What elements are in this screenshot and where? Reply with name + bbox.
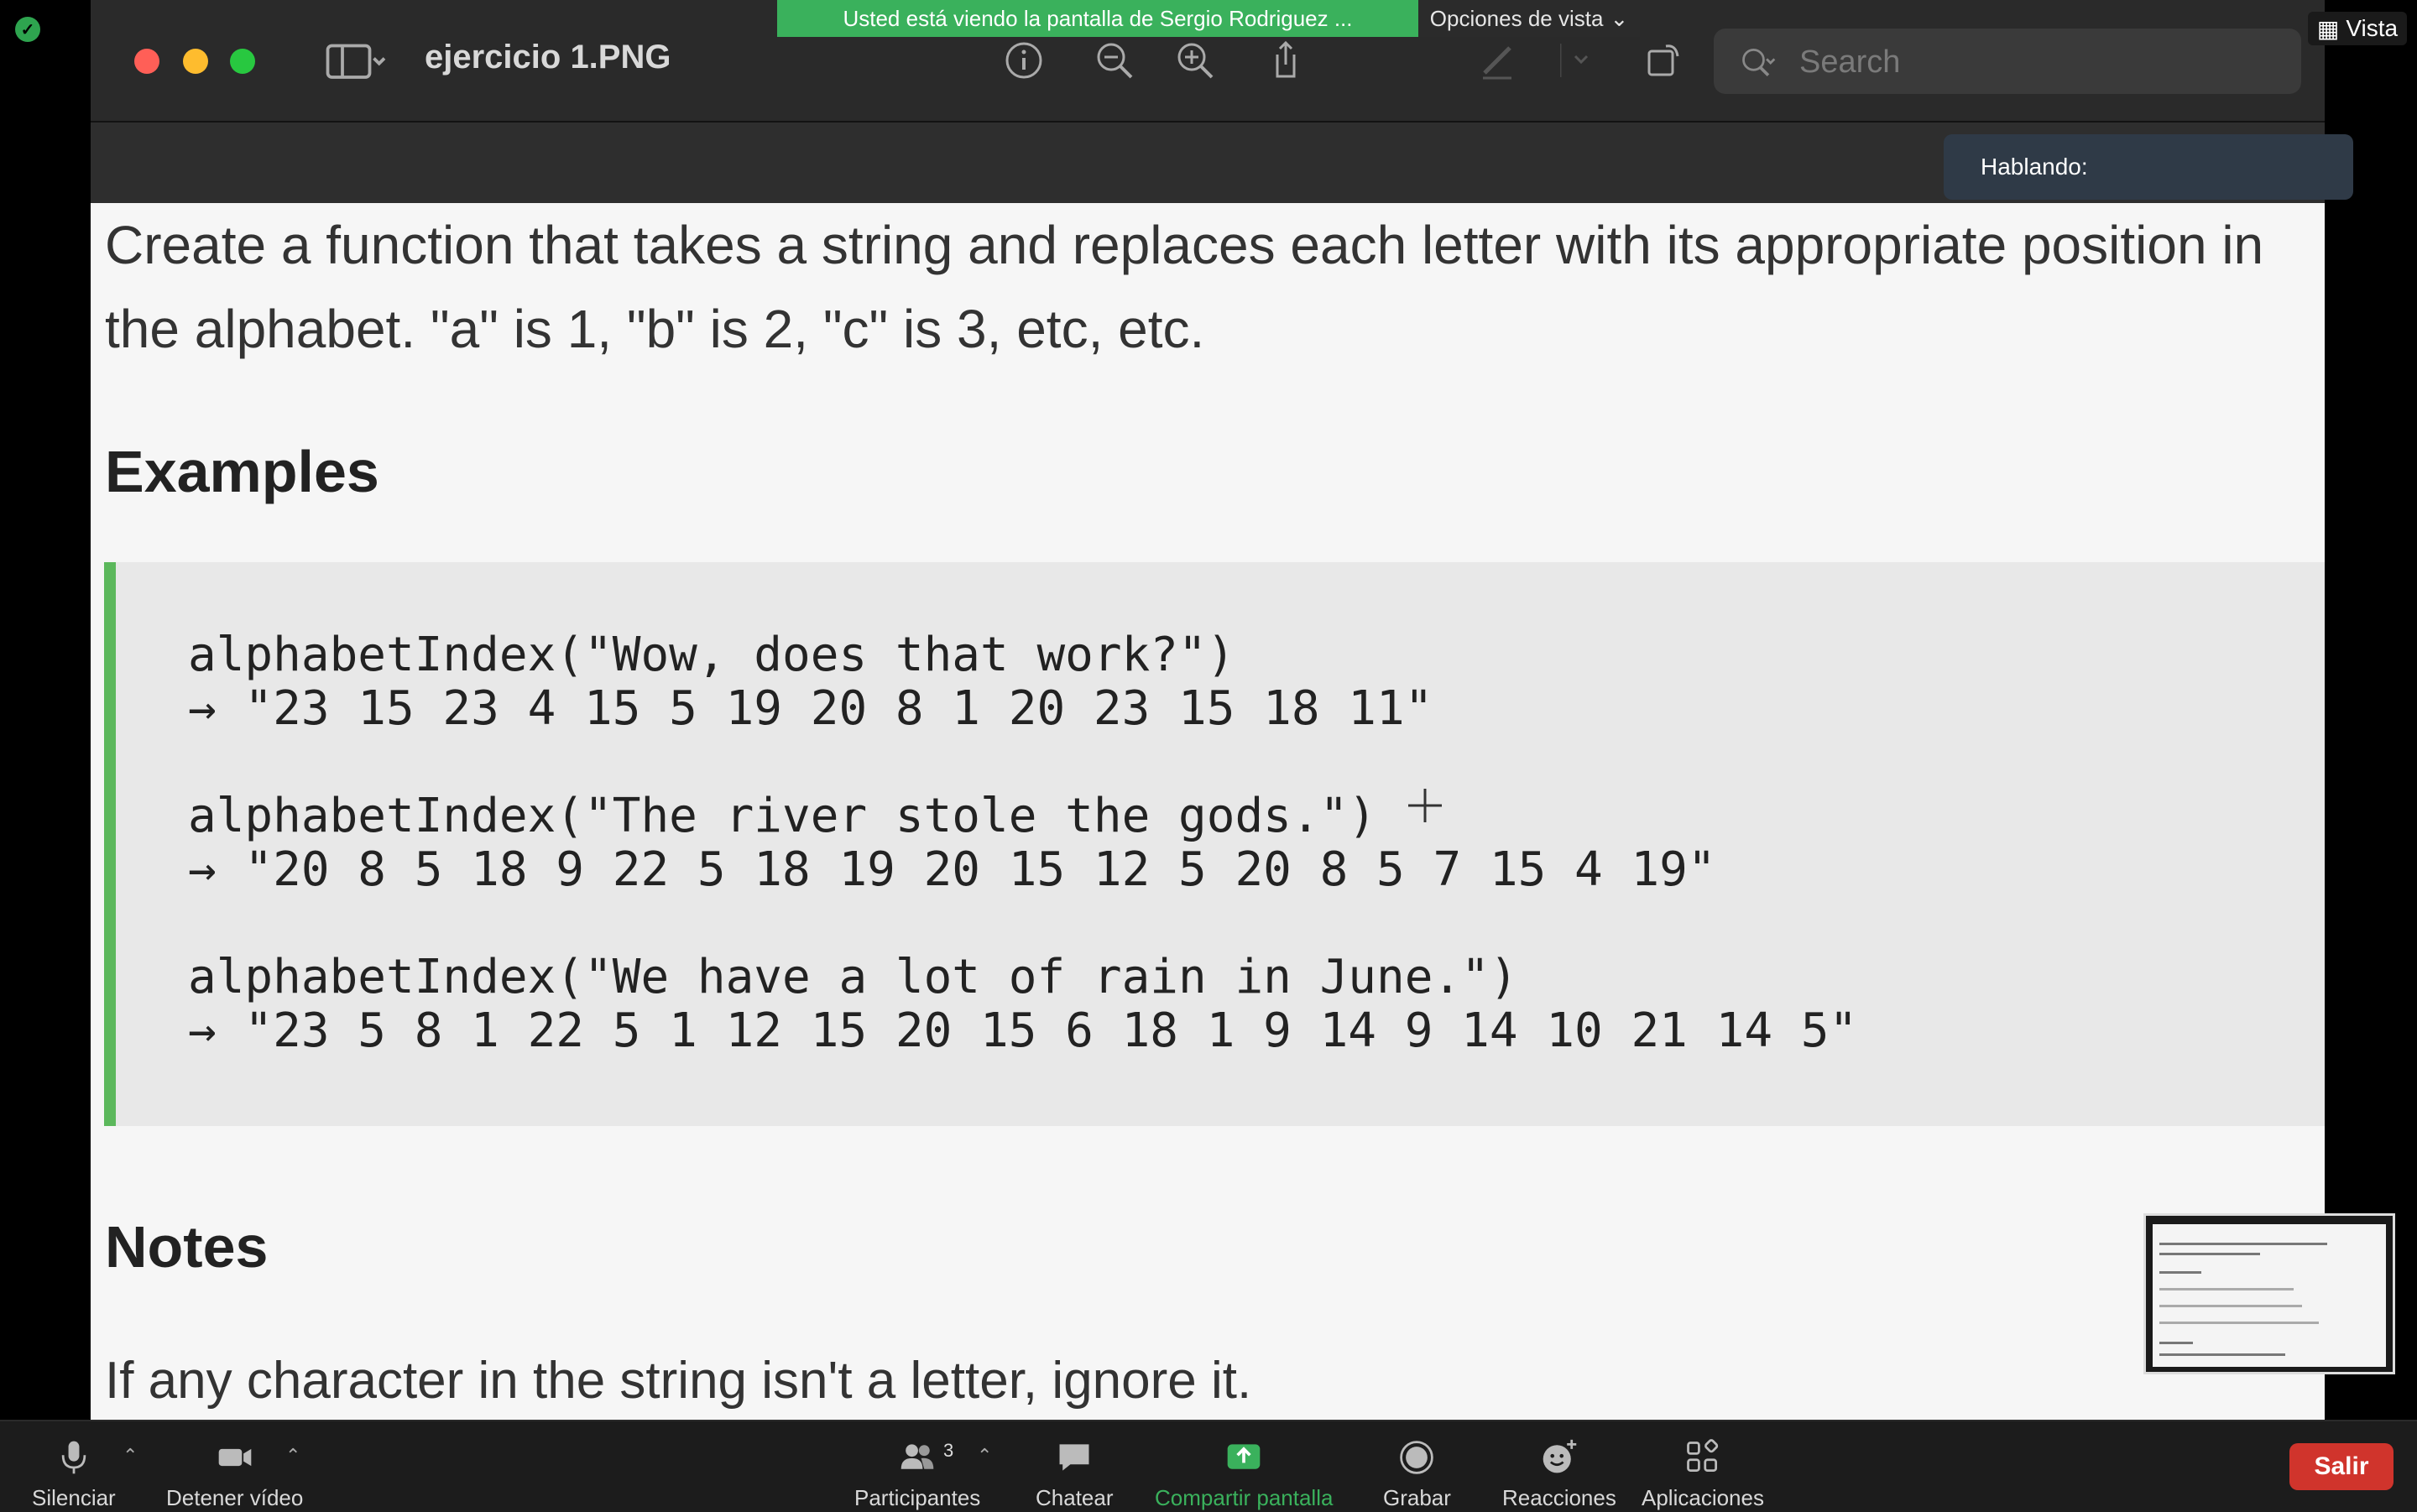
thumb-line bbox=[2159, 1353, 2285, 1356]
example-3-result: → "23 5 8 1 22 5 1 12 15 20 15 6 18 1 9 … bbox=[188, 1004, 1858, 1058]
record-icon bbox=[1396, 1436, 1438, 1478]
thumb-line bbox=[2159, 1342, 2193, 1344]
share-screen-label: Compartir pantalla bbox=[1155, 1485, 1334, 1510]
markup-dropdown-icon[interactable] bbox=[1558, 37, 1605, 84]
thumbnail-preview bbox=[2153, 1224, 2386, 1367]
stop-video-label: Detener vídeo bbox=[166, 1485, 304, 1510]
example-2-call: alphabetIndex("The river stole the gods.… bbox=[188, 789, 1377, 843]
participants-label: Participantes bbox=[854, 1485, 981, 1510]
window-title: ejercicio 1.PNG bbox=[425, 39, 671, 76]
participants-icon bbox=[896, 1436, 938, 1478]
example-3-call: alphabetIndex("We have a lot of rain in … bbox=[188, 950, 1518, 1004]
search-field[interactable] bbox=[1714, 29, 2301, 94]
search-input[interactable] bbox=[1798, 39, 2271, 86]
share-screen-icon bbox=[1223, 1436, 1265, 1478]
crosshair-cursor-icon bbox=[1408, 789, 1442, 822]
participants-options-caret-icon[interactable]: ⌃ bbox=[977, 1445, 992, 1467]
notes-heading: Notes bbox=[105, 1214, 269, 1280]
note-text: If any character in the string isn't a l… bbox=[105, 1352, 1252, 1410]
leave-button[interactable]: Salir bbox=[2289, 1443, 2394, 1490]
rotate-icon[interactable] bbox=[1640, 37, 1687, 84]
example-2-result: → "20 8 5 18 9 22 5 18 19 20 15 12 5 20 … bbox=[188, 842, 1716, 897]
share-screen-button[interactable]: Compartir pantalla bbox=[1155, 1436, 1333, 1511]
preview-window: ejercicio 1.PNG Create a bbox=[91, 0, 2325, 1420]
video-camera-icon bbox=[214, 1436, 256, 1478]
close-window-button[interactable] bbox=[134, 49, 159, 74]
record-label: Grabar bbox=[1383, 1485, 1451, 1510]
example-1-call: alphabetIndex("Wow, does that work?") bbox=[188, 628, 1235, 682]
markup-pen-icon[interactable] bbox=[1474, 37, 1521, 84]
apps-button[interactable]: Aplicaciones bbox=[1642, 1436, 1764, 1511]
document-content: Create a function that takes a string an… bbox=[91, 203, 2325, 1420]
speaking-indicator: Hablando: bbox=[1944, 134, 2353, 200]
example-1-result: → "23 15 23 4 15 5 19 20 8 1 20 23 15 18… bbox=[188, 681, 1433, 736]
exercise-description: Create a function that takes a string an… bbox=[105, 215, 2264, 359]
thumb-line bbox=[2159, 1322, 2319, 1324]
examples-code-block: alphabetIndex("Wow, does that work?") → … bbox=[104, 562, 2325, 1126]
meeting-toolbar: Silenciar ⌃ Detener vídeo ⌃ Participante… bbox=[0, 1420, 2417, 1512]
view-button-label: Vista bbox=[2346, 15, 2399, 41]
thumb-line bbox=[2159, 1253, 2260, 1255]
screen-share-banner: Usted está viendo la pantalla de Sergio … bbox=[777, 0, 1418, 37]
mute-label: Silenciar bbox=[32, 1485, 116, 1510]
examples-heading: Examples bbox=[105, 439, 379, 504]
search-icon bbox=[1742, 48, 1776, 77]
zoom-window-button[interactable] bbox=[230, 49, 255, 74]
thumb-line bbox=[2159, 1305, 2302, 1307]
participants-button[interactable]: Participantes bbox=[854, 1436, 980, 1511]
mute-button[interactable]: Silenciar bbox=[32, 1436, 116, 1511]
security-shield-icon[interactable]: ✓ bbox=[15, 17, 40, 42]
apps-icon bbox=[1682, 1436, 1724, 1478]
participants-count: 3 bbox=[943, 1440, 954, 1461]
record-button[interactable]: Grabar bbox=[1383, 1436, 1451, 1511]
thumb-line bbox=[2159, 1243, 2327, 1245]
chat-button[interactable]: Chatear bbox=[1036, 1436, 1114, 1511]
zoom-out-icon[interactable] bbox=[1091, 37, 1138, 84]
minimize-window-button[interactable] bbox=[183, 49, 208, 74]
apps-label: Aplicaciones bbox=[1642, 1485, 1764, 1510]
zoom-in-icon[interactable] bbox=[1172, 37, 1219, 84]
smiley-icon bbox=[1538, 1436, 1580, 1478]
reactions-button[interactable]: Reacciones bbox=[1502, 1436, 1616, 1511]
view-options-menu[interactable]: Opciones de vista ⌄ bbox=[1418, 0, 1640, 37]
mute-options-caret-icon[interactable]: ⌃ bbox=[123, 1445, 138, 1467]
reactions-label: Reacciones bbox=[1502, 1485, 1616, 1510]
grid-view-icon: ▦ bbox=[2316, 15, 2340, 42]
video-thumbnail[interactable] bbox=[2143, 1213, 2395, 1374]
stop-video-button[interactable]: Detener vídeo bbox=[166, 1436, 303, 1511]
chat-label: Chatear bbox=[1036, 1485, 1114, 1510]
sidebar-toggle-icon[interactable] bbox=[317, 37, 393, 84]
chat-bubble-icon bbox=[1053, 1436, 1095, 1478]
microphone-icon bbox=[53, 1436, 95, 1478]
thumb-line bbox=[2159, 1288, 2294, 1290]
thumb-line bbox=[2159, 1271, 2201, 1274]
chevron-down-icon: ⌄ bbox=[1610, 5, 1629, 31]
view-options-label: Opciones de vista bbox=[1429, 5, 1604, 31]
video-options-caret-icon[interactable]: ⌃ bbox=[285, 1445, 300, 1467]
info-icon[interactable] bbox=[1000, 37, 1047, 84]
share-icon[interactable] bbox=[1262, 37, 1309, 84]
view-button[interactable]: ▦ Vista bbox=[2308, 12, 2407, 45]
